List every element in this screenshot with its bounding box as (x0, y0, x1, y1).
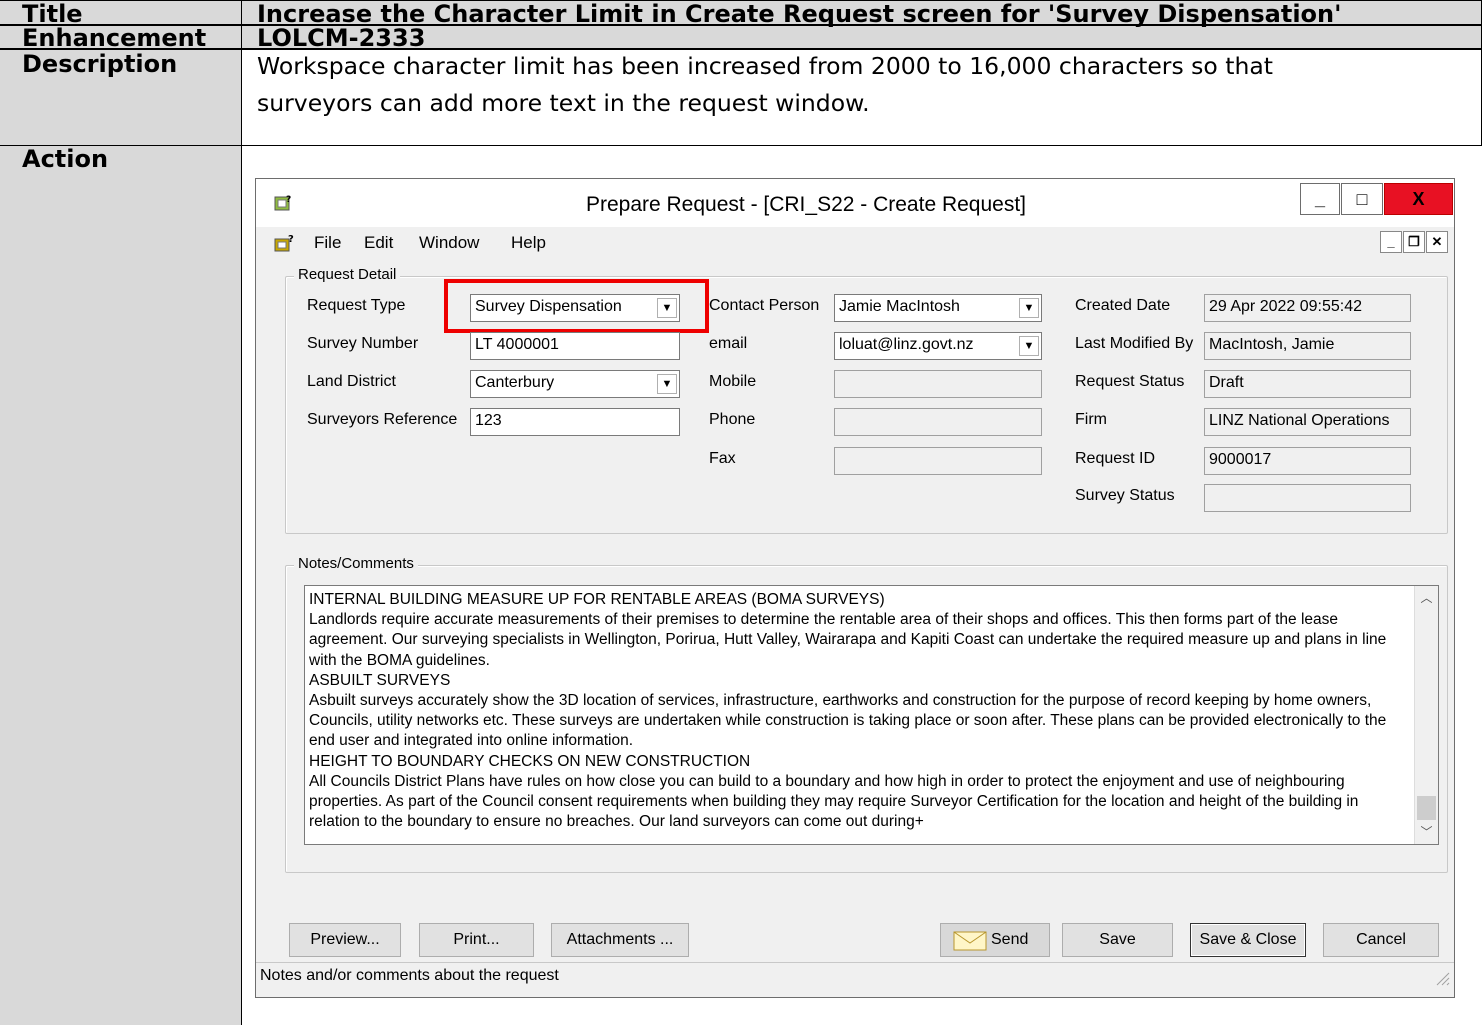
send-button[interactable]: Send (940, 923, 1050, 957)
last-modified-field: MacIntosh, Jamie (1204, 332, 1411, 360)
svg-text:?: ? (288, 234, 294, 245)
contact-person-dropdown[interactable]: Jamie MacIntosh ▼ (834, 294, 1042, 322)
enhancement-row (0, 25, 1482, 49)
request-id-field: 9000017 (1204, 447, 1411, 475)
status-bar: Notes and/or comments about the request (256, 962, 1454, 990)
resize-grip-icon[interactable] (1434, 970, 1450, 986)
menu-file[interactable]: File (314, 233, 341, 253)
action-label-cell (0, 145, 241, 1025)
notes-scrollbar[interactable]: ︿ ﹀ (1414, 586, 1438, 844)
document-icon: ? (274, 234, 294, 252)
chevron-down-icon: ▼ (1019, 298, 1039, 318)
print-button[interactable]: Print... (419, 923, 534, 957)
created-date-label: Created Date (1075, 297, 1171, 314)
request-status-label: Request Status (1075, 373, 1185, 390)
survey-number-field[interactable]: LT 4000001 (470, 332, 680, 360)
mdi-close-button[interactable]: ✕ (1426, 231, 1448, 253)
email-dropdown[interactable]: loluat@linz.govt.nz ▼ (834, 332, 1042, 360)
firm-field: LINZ National Operations (1204, 408, 1411, 436)
highlight-box (444, 279, 709, 333)
survey-status-field (1204, 484, 1411, 512)
land-district-label: Land District (307, 373, 396, 390)
maximize-button[interactable]: □ (1341, 183, 1383, 215)
window-title: Prepare Request - [CRI_S22 - Create Requ… (585, 193, 1027, 216)
email-label: email (709, 335, 748, 352)
surveyors-reference-field[interactable]: 123 (470, 408, 680, 436)
notes-text: INTERNAL BUILDING MEASURE UP FOR RENTABL… (309, 591, 1387, 831)
menu-edit[interactable]: Edit (364, 233, 393, 253)
request-status-field: Draft (1204, 370, 1411, 398)
phone-label: Phone (709, 411, 756, 428)
contact-person-label: Contact Person (709, 297, 820, 314)
fax-label: Fax (709, 450, 736, 467)
mobile-field[interactable] (834, 370, 1042, 398)
preview-button[interactable]: Preview... (289, 923, 401, 957)
request-detail-legend: Request Detail (294, 266, 401, 283)
request-type-label: Request Type (307, 297, 406, 314)
description-line-2: surveyors can add more text in the reque… (257, 89, 870, 117)
close-button[interactable]: X (1384, 183, 1453, 215)
firm-label: Firm (1075, 411, 1107, 428)
request-id-label: Request ID (1075, 450, 1156, 467)
scroll-down-icon[interactable]: ﹀ (1415, 820, 1438, 844)
minimize-button[interactable]: _ (1300, 183, 1340, 215)
description-label: Description (22, 50, 178, 78)
land-district-dropdown[interactable]: Canterbury ▼ (470, 370, 680, 398)
close-icon: X (1412, 189, 1425, 209)
survey-status-label: Survey Status (1075, 487, 1175, 504)
minimize-icon: _ (1314, 189, 1325, 209)
maximize-icon: □ (1356, 189, 1368, 209)
last-modified-label: Last Modified By (1075, 335, 1194, 352)
prepare-request-window: ? Prepare Request - [CRI_S22 - Create Re… (255, 178, 1455, 998)
mdi-restore-button[interactable]: ❐ (1403, 231, 1425, 253)
menu-bar: ? File Edit Window Help (256, 227, 1454, 257)
fax-field[interactable] (834, 447, 1042, 475)
chevron-down-icon: ▼ (1019, 336, 1039, 356)
notes-textarea[interactable]: INTERNAL BUILDING MEASURE UP FOR RENTABL… (304, 585, 1439, 845)
scroll-thumb[interactable] (1417, 796, 1436, 820)
chevron-down-icon: ▼ (657, 374, 677, 394)
save-button[interactable]: Save (1062, 923, 1173, 957)
mdi-minimize-button[interactable]: _ (1380, 231, 1402, 253)
status-text: Notes and/or comments about the request (260, 967, 559, 984)
envelope-icon (953, 931, 987, 951)
enhancement-label: Enhancement (22, 24, 207, 52)
phone-field[interactable] (834, 408, 1042, 436)
description-line-1: Workspace character limit has been incre… (257, 52, 1273, 80)
surveyors-reference-label: Surveyors Reference (307, 411, 458, 428)
notes-legend: Notes/Comments (294, 555, 418, 572)
menu-window[interactable]: Window (419, 233, 479, 253)
scroll-up-icon[interactable]: ︿ (1415, 586, 1438, 610)
save-close-button[interactable]: Save & Close (1190, 923, 1306, 957)
action-label: Action (22, 145, 109, 173)
window-titlebar[interactable]: ? Prepare Request - [CRI_S22 - Create Re… (256, 179, 1454, 227)
created-date-field: 29 Apr 2022 09:55:42 (1204, 294, 1411, 322)
cancel-button[interactable]: Cancel (1323, 923, 1439, 957)
menu-help[interactable]: Help (511, 233, 546, 253)
survey-number-label: Survey Number (307, 335, 419, 352)
enhancement-value: LOLCM-2333 (257, 24, 426, 52)
attachments-button[interactable]: Attachments ... (551, 923, 689, 957)
mobile-label: Mobile (709, 373, 757, 390)
